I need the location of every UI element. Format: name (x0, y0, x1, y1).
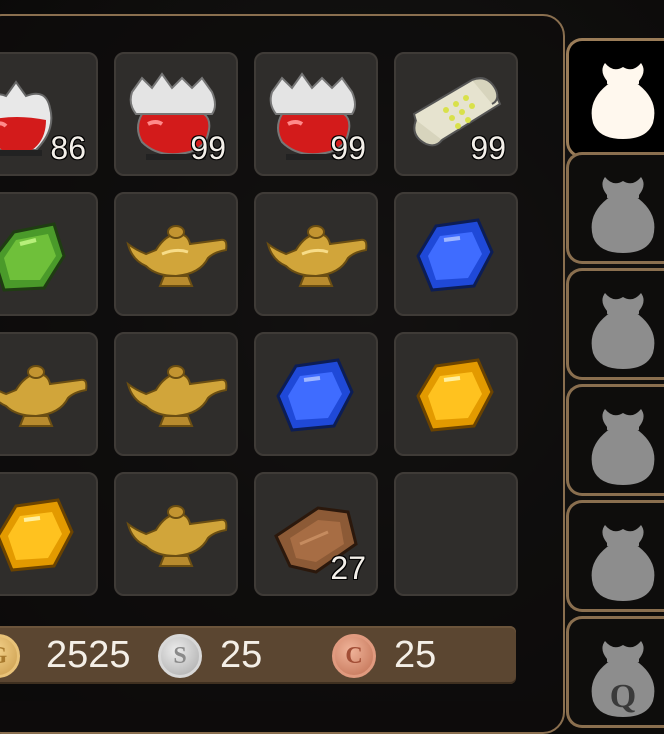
tab-bag-3[interactable] (566, 268, 664, 380)
inventory-slot[interactable] (0, 472, 98, 596)
tab-bag-4[interactable] (566, 384, 664, 496)
silver-amount: 25 (220, 634, 263, 676)
item-quantity: 99 (330, 130, 366, 166)
tab-bag-5[interactable] (566, 500, 664, 612)
inventory-slot[interactable] (114, 192, 238, 316)
quest-label: Q (610, 678, 636, 715)
yellow-gem-icon (0, 498, 74, 572)
bag-icon (591, 63, 655, 139)
bag-tab-strip: Q (566, 20, 664, 728)
item-quantity: 99 (190, 130, 226, 166)
inventory-slot[interactable]: 99 (254, 52, 378, 176)
inventory-slot[interactable] (0, 192, 98, 316)
copper-amount: 25 (394, 634, 437, 676)
golden-lamp-icon (0, 365, 88, 427)
item-quantity: 27 (330, 550, 366, 586)
bag-icon (591, 525, 655, 601)
yellow-gem-icon (416, 358, 494, 432)
inventory-slot[interactable] (254, 332, 378, 456)
tab-bag-1[interactable] (566, 38, 664, 158)
blue-gem-icon (276, 358, 354, 432)
blue-gem-icon (416, 218, 494, 292)
inventory-slot[interactable]: 99 (394, 52, 518, 176)
bag-icon (591, 293, 655, 369)
golden-lamp-icon (126, 505, 228, 567)
inventory-slot[interactable] (0, 332, 98, 456)
inventory-slot[interactable] (394, 332, 518, 456)
inventory-slot[interactable]: 99 (114, 52, 238, 176)
golden-lamp-icon (266, 225, 368, 287)
silver-coin-icon: S (158, 634, 202, 678)
golden-lamp-icon (126, 365, 228, 427)
inventory-slot[interactable] (114, 472, 238, 596)
inventory-slot[interactable]: 27 (254, 472, 378, 596)
inventory-slot[interactable] (394, 192, 518, 316)
bag-icon (591, 409, 655, 485)
golden-lamp-icon (126, 225, 228, 287)
gold-coin-icon: G (0, 634, 20, 678)
copper-coin-icon: C (332, 634, 376, 678)
item-quantity: 86 (50, 130, 86, 166)
item-quantity: 99 (470, 130, 506, 166)
inventory-slot-empty[interactable] (394, 472, 518, 596)
currency-bar: G 2525 S 25 C 25 (0, 626, 516, 684)
green-gem-icon (0, 222, 66, 292)
inventory-slot[interactable] (254, 192, 378, 316)
bag-icon (591, 177, 655, 253)
inventory-slot[interactable]: 86 (0, 52, 98, 176)
inventory-slot[interactable] (114, 332, 238, 456)
gold-amount: 2525 (46, 634, 131, 676)
quest-bag-icon: Q (591, 641, 655, 717)
tab-bag-2[interactable] (566, 152, 664, 264)
tab-quest-bag[interactable]: Q (566, 616, 664, 728)
